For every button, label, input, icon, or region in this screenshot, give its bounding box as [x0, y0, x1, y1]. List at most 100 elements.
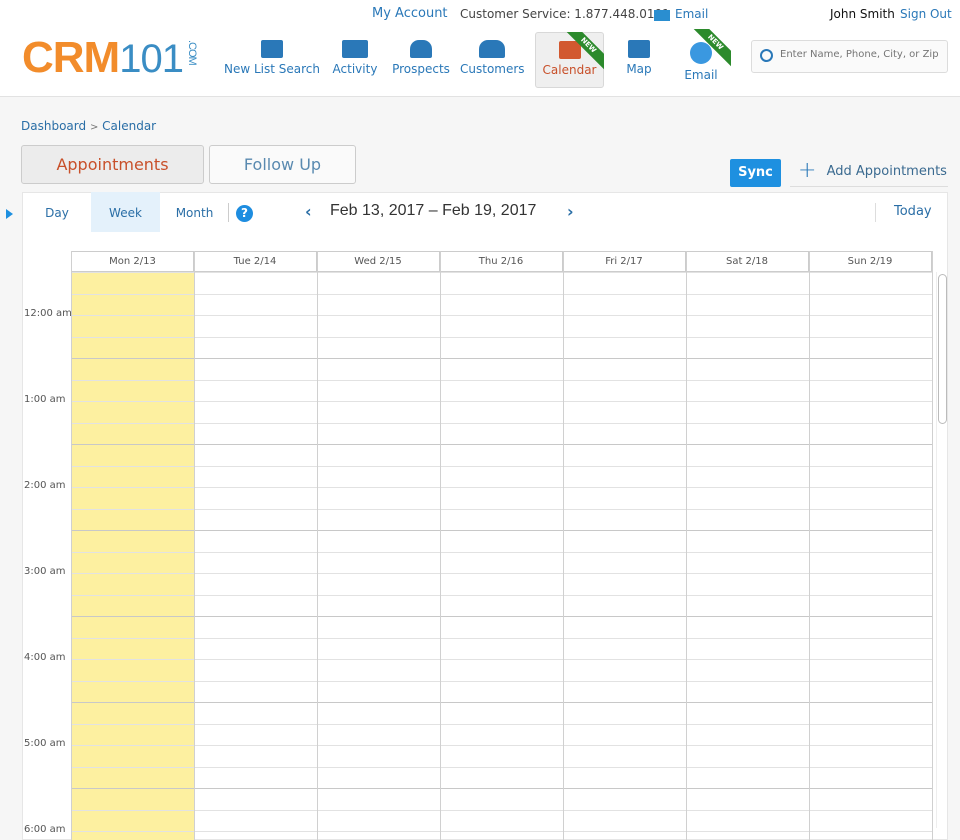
time-slot-row[interactable] [71, 379, 933, 402]
map-icon [628, 40, 650, 58]
next-week-icon[interactable]: › [567, 202, 574, 221]
day-header[interactable]: Mon 2/13 [71, 251, 194, 272]
sync-button[interactable]: Sync [730, 159, 781, 187]
time-slot-row[interactable] [71, 530, 933, 552]
time-slot-row[interactable] [71, 831, 933, 840]
expand-arrow-icon[interactable] [6, 209, 13, 219]
time-slot-row[interactable] [71, 702, 933, 724]
time-slot-row[interactable] [71, 401, 933, 423]
time-slot-row[interactable] [71, 487, 933, 509]
new-badge: NEW [691, 29, 731, 69]
time-slot-row[interactable] [71, 293, 933, 316]
time-slot-row[interactable] [71, 444, 933, 466]
hour-label: 5:00 am [24, 738, 66, 749]
breadcrumb-calendar: Calendar [102, 119, 157, 133]
tab-follow-up[interactable]: Follow Up [209, 145, 356, 184]
day-header[interactable]: Sun 2/19 [809, 251, 932, 272]
day-header[interactable]: Sat 2/18 [686, 251, 809, 272]
nav-label: New List Search [224, 62, 321, 76]
time-slot-row[interactable] [71, 272, 933, 294]
add-appointments-button[interactable]: + Add Appointments [790, 157, 948, 187]
day-column-divider [809, 251, 810, 840]
day-column-divider [563, 251, 564, 840]
time-slot-row[interactable] [71, 551, 933, 574]
hour-label: 4:00 am [24, 652, 66, 663]
day-header[interactable]: Thu 2/16 [440, 251, 563, 272]
logo-suffix: .COM [186, 40, 198, 65]
nav-email[interactable]: Email NEW [672, 29, 731, 86]
time-slot-row[interactable] [71, 616, 933, 638]
customers-icon [479, 40, 505, 58]
day-column-divider [194, 251, 195, 840]
day-column-divider [71, 251, 72, 840]
time-slot-row[interactable] [71, 465, 933, 488]
hour-label: 12:00 am [24, 308, 72, 319]
nav-label: Activity [332, 62, 378, 76]
day-header[interactable]: Wed 2/15 [317, 251, 440, 272]
time-slot-row[interactable] [71, 573, 933, 595]
time-slot-row[interactable] [71, 809, 933, 832]
hour-label: 6:00 am [24, 824, 66, 835]
logo-brand: CRM [22, 33, 120, 82]
nav-prospects[interactable]: Prospects [390, 32, 452, 88]
nav-activity[interactable]: Activity [330, 32, 380, 88]
logo[interactable]: CRM101 .COM [22, 36, 198, 80]
time-slot-row[interactable] [71, 422, 933, 445]
tab-appointments[interactable]: Appointments [21, 145, 204, 184]
nav-customers[interactable]: Customers [460, 32, 525, 88]
week-grid: Mon 2/13 Tue 2/14 Wed 2/15 Thu 2/16 Fri 2/17… [22, 251, 933, 840]
time-slot-row[interactable] [71, 766, 933, 789]
day-column-divider [317, 251, 318, 840]
date-range: Feb 13, 2017 – Feb 19, 2017 [330, 202, 537, 219]
scrollbar[interactable] [936, 272, 948, 828]
day-header[interactable]: Tue 2/14 [194, 251, 317, 272]
search-icon [760, 49, 773, 62]
time-slot-row[interactable] [71, 788, 933, 810]
view-week-button[interactable]: Week [91, 192, 160, 232]
nav-label: Prospects [392, 62, 450, 76]
nav-label: Map [626, 62, 652, 76]
time-slot-row[interactable] [71, 659, 933, 681]
prev-week-icon[interactable]: ‹ [305, 202, 312, 221]
breadcrumb-dashboard[interactable]: Dashboard [21, 119, 86, 133]
time-slot-row[interactable] [71, 680, 933, 703]
new-badge: NEW [564, 32, 604, 72]
nav-map[interactable]: Map [615, 32, 663, 88]
time-slot-row[interactable] [71, 637, 933, 660]
list-search-icon [261, 40, 283, 58]
my-account-link[interactable]: My Account [372, 6, 448, 21]
day-column-divider [932, 251, 933, 840]
breadcrumb: Dashboard > Calendar [21, 119, 156, 133]
nav-calendar[interactable]: Calendar NEW [535, 32, 604, 88]
view-month-button[interactable]: Month [167, 192, 222, 232]
day-header[interactable]: Fri 2/17 [563, 251, 686, 272]
search-input[interactable] [780, 49, 945, 60]
divider [228, 203, 229, 222]
hour-label: 1:00 am [24, 394, 66, 405]
time-slot-row[interactable] [71, 723, 933, 746]
divider [875, 203, 876, 222]
time-slot-row[interactable] [71, 508, 933, 531]
add-appointments-label: Add Appointments [826, 163, 947, 179]
nav-new-list-search[interactable]: New List Search [224, 32, 320, 88]
time-slot-row[interactable] [71, 594, 933, 617]
view-day-button[interactable]: Day [32, 192, 82, 232]
sign-out-link[interactable]: Sign Out [900, 7, 952, 21]
time-slot-row[interactable] [71, 745, 933, 767]
hour-label: 2:00 am [24, 480, 66, 491]
search-box[interactable] [751, 40, 948, 73]
time-slot-row[interactable] [71, 358, 933, 380]
customer-service-text: Customer Service: 1.877.448.0101 [460, 7, 670, 21]
nav-label: Customers [460, 62, 525, 76]
prospects-icon [410, 40, 432, 58]
day-column-divider [440, 251, 441, 840]
scrollbar-thumb[interactable] [938, 274, 947, 424]
plus-icon: + [798, 158, 817, 183]
help-icon[interactable]: ? [236, 205, 253, 222]
email-link[interactable]: Email [675, 7, 708, 21]
breadcrumb-separator: > [89, 122, 99, 133]
today-button[interactable]: Today [894, 204, 932, 219]
time-slot-row[interactable] [71, 336, 933, 359]
day-column-divider [686, 251, 687, 840]
time-slot-row[interactable] [71, 315, 933, 337]
